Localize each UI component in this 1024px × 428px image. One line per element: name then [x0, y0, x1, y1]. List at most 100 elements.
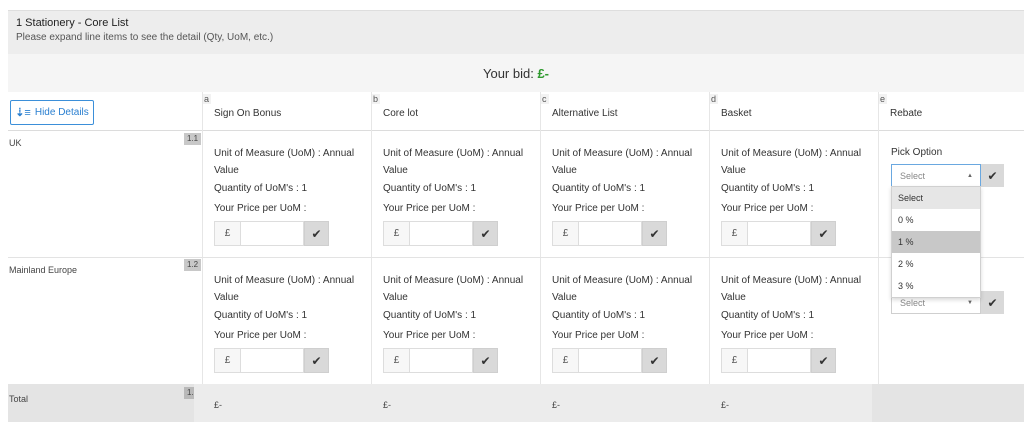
- total-value: £-: [383, 400, 392, 410]
- rebate-select-value: Select: [900, 297, 926, 308]
- qty-text: Quantity of UoM's : 1: [214, 183, 308, 194]
- price-input-group: £ ✔: [383, 221, 498, 246]
- price-label: Your Price per UoM :: [214, 330, 307, 341]
- rebate-dropdown-list: Select 0 % 1 % 2 % 3 %: [891, 186, 981, 298]
- check-icon: ✔: [649, 226, 660, 241]
- check-icon: ✔: [818, 353, 829, 368]
- qty-text: Quantity of UoM's : 1: [552, 310, 646, 321]
- dropdown-option[interactable]: Select: [892, 187, 980, 209]
- price-cell: Unit of Measure (UoM) : Annual Value Qua…: [721, 272, 881, 341]
- column-header-row: [8, 92, 1024, 131]
- price-input[interactable]: [409, 221, 473, 246]
- currency-addon: £: [383, 348, 409, 373]
- row-divider: [8, 257, 1024, 258]
- price-cell: Unit of Measure (UoM) : Annual Value Qua…: [214, 272, 374, 341]
- price-input[interactable]: [409, 348, 473, 373]
- price-label: Your Price per UoM :: [383, 330, 476, 341]
- hide-details-button[interactable]: ⇣≡ Hide Details: [10, 100, 94, 125]
- section-title: 1 Stationery - Core List: [16, 17, 129, 29]
- price-label: Your Price per UoM :: [721, 330, 814, 341]
- rebate-confirm-button[interactable]: ✔: [981, 291, 1004, 314]
- price-input-group: £ ✔: [552, 348, 667, 373]
- bid-summary: Your bid: £-: [8, 54, 1024, 92]
- dropdown-option[interactable]: 2 %: [892, 253, 980, 275]
- column-title-core-lot: Core lot: [383, 108, 419, 119]
- price-cell: Unit of Measure (UoM) : Annual Value Qua…: [552, 272, 712, 341]
- confirm-button[interactable]: ✔: [642, 348, 667, 373]
- currency-addon: £: [383, 221, 409, 246]
- uom-text: Unit of Measure (UoM) : Annual Value: [383, 148, 524, 176]
- price-label: Your Price per UoM :: [552, 203, 645, 214]
- bid-amount: £-: [537, 66, 549, 81]
- section-header: 1 Stationery - Core List Please expand l…: [8, 10, 1024, 54]
- price-input[interactable]: [747, 348, 811, 373]
- total-label: Total: [9, 394, 29, 404]
- confirm-button[interactable]: ✔: [473, 221, 498, 246]
- qty-text: Quantity of UoM's : 1: [721, 183, 815, 194]
- dropdown-option[interactable]: 3 %: [892, 275, 980, 297]
- currency-addon: £: [214, 348, 240, 373]
- column-letter-c: c: [540, 94, 549, 104]
- check-icon: ✔: [311, 353, 322, 368]
- check-icon: ✔: [480, 226, 491, 241]
- caret-up-icon: ▲: [967, 173, 973, 179]
- price-input[interactable]: [578, 348, 642, 373]
- currency-addon: £: [214, 221, 240, 246]
- price-input[interactable]: [578, 221, 642, 246]
- qty-text: Quantity of UoM's : 1: [214, 310, 308, 321]
- column-letter-a: a: [202, 94, 212, 104]
- price-input-group: £ ✔: [552, 221, 667, 246]
- column-divider: [202, 92, 203, 384]
- price-label: Your Price per UoM :: [214, 203, 307, 214]
- uom-text: Unit of Measure (UoM) : Annual Value: [721, 275, 862, 303]
- column-title-basket: Basket: [721, 108, 752, 119]
- total-value: £-: [552, 400, 561, 410]
- column-letter-b: b: [371, 94, 381, 104]
- column-letter-d: d: [709, 94, 719, 104]
- price-input[interactable]: [240, 221, 304, 246]
- hide-details-label: Hide Details: [34, 107, 89, 118]
- check-icon: ✔: [311, 226, 322, 241]
- price-input-group: £ ✔: [383, 348, 498, 373]
- price-cell: Unit of Measure (UoM) : Annual Value Qua…: [214, 145, 374, 214]
- price-label: Your Price per UoM :: [552, 330, 645, 341]
- rebate-select[interactable]: Select ▲: [891, 164, 981, 187]
- check-icon: ✔: [987, 295, 998, 310]
- confirm-button[interactable]: ✔: [642, 221, 667, 246]
- uom-text: Unit of Measure (UoM) : Annual Value: [214, 275, 355, 303]
- price-input[interactable]: [240, 348, 304, 373]
- rebate-confirm-button[interactable]: ✔: [981, 164, 1004, 187]
- confirm-button[interactable]: ✔: [304, 348, 329, 373]
- bid-label: Your bid:: [482, 66, 538, 81]
- total-values-band: [194, 384, 872, 422]
- uom-text: Unit of Measure (UoM) : Annual Value: [383, 275, 524, 303]
- column-title-sign-on-bonus: Sign On Bonus: [214, 108, 282, 119]
- caret-down-icon: ▼: [967, 300, 973, 306]
- column-title-alternative-list: Alternative List: [552, 108, 618, 119]
- dropdown-option[interactable]: 0 %: [892, 209, 980, 231]
- dropdown-option[interactable]: 1 %: [892, 231, 980, 253]
- rebate-select-value: Select: [900, 170, 926, 181]
- pick-option-label: Pick Option: [891, 147, 943, 158]
- currency-addon: £: [721, 348, 747, 373]
- confirm-button[interactable]: ✔: [473, 348, 498, 373]
- confirm-button[interactable]: ✔: [811, 221, 836, 246]
- confirm-button[interactable]: ✔: [811, 348, 836, 373]
- total-value: £-: [721, 400, 730, 410]
- uom-text: Unit of Measure (UoM) : Annual Value: [721, 148, 862, 176]
- row-label-uk: UK: [9, 138, 22, 148]
- confirm-button[interactable]: ✔: [304, 221, 329, 246]
- check-icon: ✔: [818, 226, 829, 241]
- section-subtitle: Please expand line items to see the deta…: [16, 32, 274, 43]
- bid-text: Your bid: £-: [8, 66, 1024, 81]
- price-input[interactable]: [747, 221, 811, 246]
- price-input-group: £ ✔: [721, 221, 836, 246]
- column-letter-e: e: [878, 94, 888, 104]
- qty-text: Quantity of UoM's : 1: [721, 310, 815, 321]
- price-label: Your Price per UoM :: [383, 203, 476, 214]
- uom-text: Unit of Measure (UoM) : Annual Value: [552, 148, 693, 176]
- price-cell: Unit of Measure (UoM) : Annual Value Qua…: [383, 272, 543, 341]
- check-icon: ✔: [649, 353, 660, 368]
- price-input-group: £ ✔: [214, 221, 329, 246]
- column-title-rebate: Rebate: [890, 108, 923, 119]
